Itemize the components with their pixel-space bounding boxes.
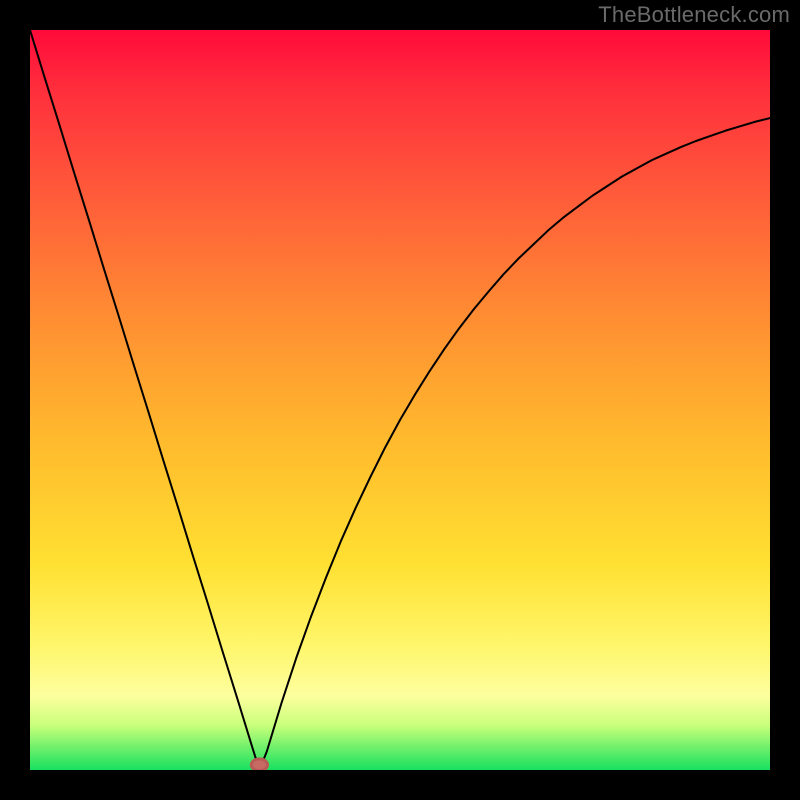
plot-area [30, 30, 770, 770]
chart-frame: TheBottleneck.com [0, 0, 800, 800]
minimum-marker [251, 759, 267, 770]
curve-svg [30, 30, 770, 770]
bottleneck-curve [30, 30, 770, 770]
watermark-text: TheBottleneck.com [598, 2, 790, 28]
